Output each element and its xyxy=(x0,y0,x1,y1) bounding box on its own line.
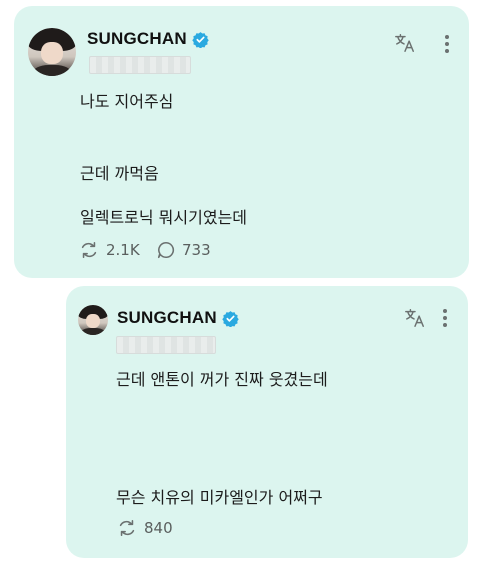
repost-icon xyxy=(119,519,135,537)
reply-button[interactable]: 733 xyxy=(156,240,211,260)
avatar[interactable] xyxy=(28,28,76,76)
reply-card[interactable]: SUNGCHAN 근데 앤톤이 꺼가 진짜 웃겼는데 무슨 치유의 미카엘인가 … xyxy=(66,286,468,558)
repost-count: 840 xyxy=(144,519,173,537)
post-text-line-1: 나도 지어주심 xyxy=(80,92,174,111)
reply-text-line-2: 무슨 치유의 미카엘인가 어쩌구 xyxy=(116,488,323,507)
repost-count: 2.1K xyxy=(106,241,140,259)
repost-icon xyxy=(81,241,97,259)
translate-icon[interactable] xyxy=(394,32,416,54)
more-options-icon[interactable] xyxy=(442,308,448,328)
more-options-icon[interactable] xyxy=(444,34,450,54)
reply-count: 733 xyxy=(182,241,211,259)
verified-badge-icon xyxy=(222,310,239,327)
author-handle xyxy=(89,56,191,74)
author-name[interactable]: SUNGCHAN xyxy=(117,308,217,328)
repost-button[interactable]: 2.1K xyxy=(78,240,140,260)
reply-icon xyxy=(157,241,175,259)
avatar[interactable] xyxy=(78,305,108,335)
author-name[interactable]: SUNGCHAN xyxy=(87,29,187,49)
reply-text-line-1: 근데 앤톤이 꺼가 진짜 웃겼는데 xyxy=(116,370,328,389)
post-text-line-2: 근데 까먹음 xyxy=(80,164,159,183)
verified-badge-icon xyxy=(192,31,209,48)
repost-button[interactable]: 840 xyxy=(116,518,173,538)
author-name-row[interactable]: SUNGCHAN xyxy=(117,308,239,328)
author-handle xyxy=(116,336,216,354)
post-text-line-3: 일렉트로닉 뭐시기였는데 xyxy=(80,208,248,227)
author-name-row[interactable]: SUNGCHAN xyxy=(87,29,209,49)
post-card[interactable]: SUNGCHAN 나도 지어주심 근데 까먹음 일렉트로닉 뭐시기였는데 2.1… xyxy=(14,6,469,278)
translate-icon[interactable] xyxy=(404,307,426,329)
